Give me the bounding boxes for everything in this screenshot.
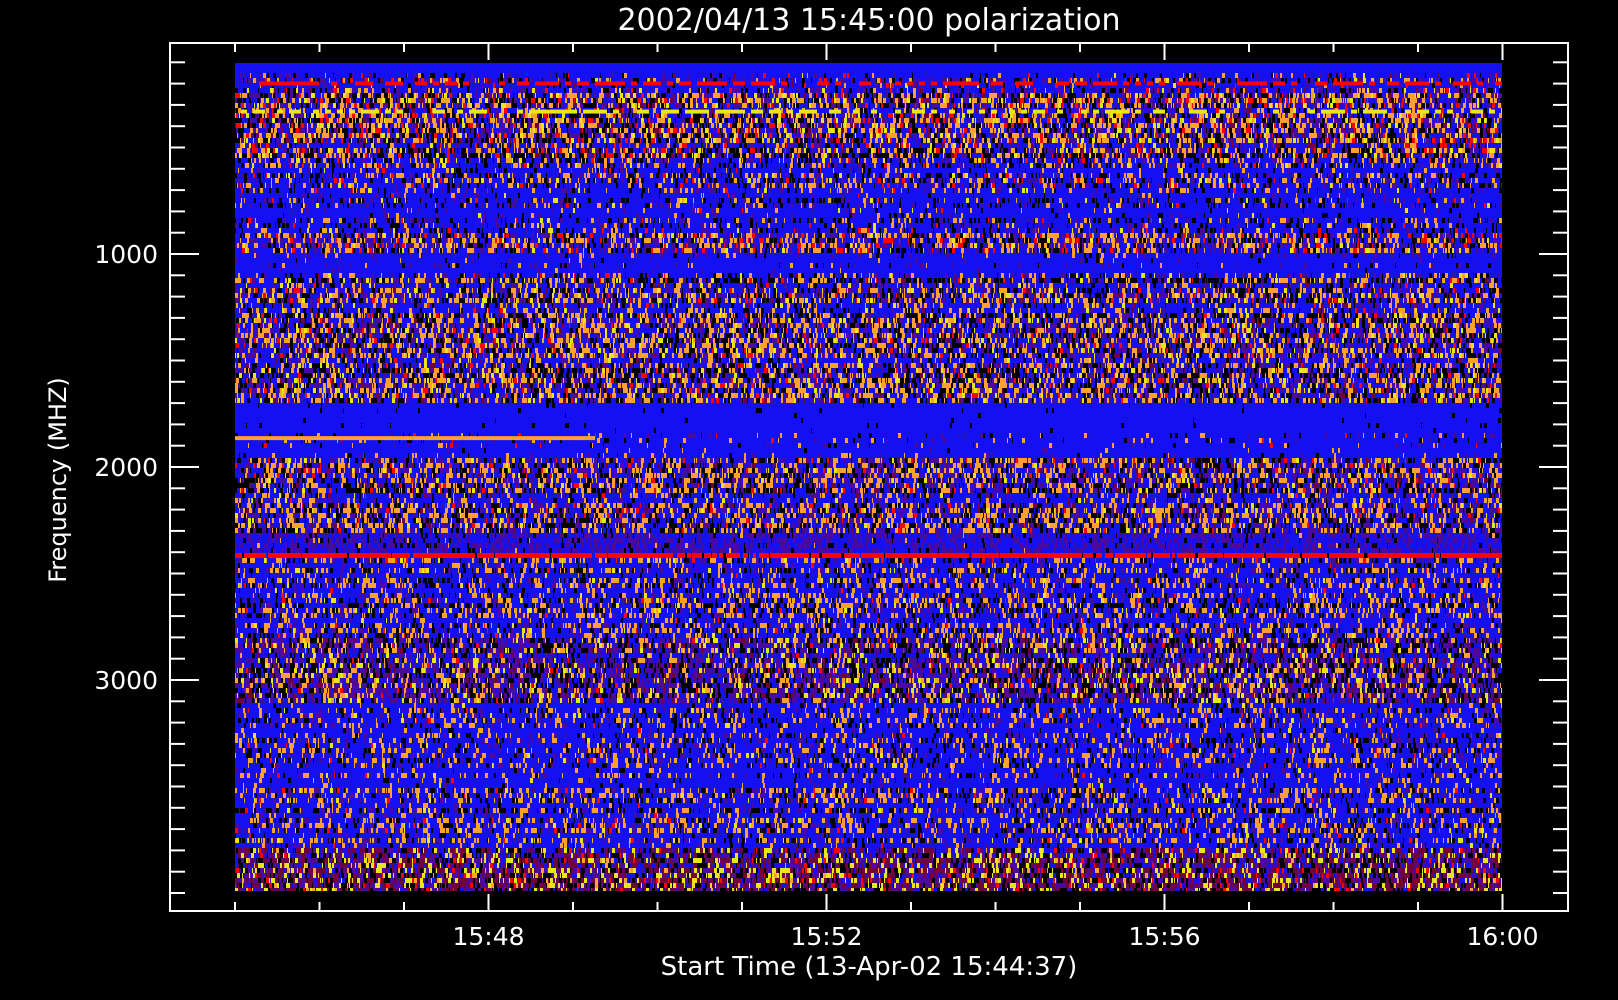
x-axis-label: Start Time (13-Apr-02 15:44:37) — [661, 952, 1078, 982]
x-tick-label: 15:56 — [1128, 922, 1200, 951]
y-axis-label: Frequency (MHZ) — [44, 377, 72, 583]
y-tick-label: 1000 — [94, 240, 158, 269]
chart-title: 2002/04/13 15:45:00 polarization — [617, 3, 1120, 38]
x-tick-label: 16:00 — [1466, 922, 1538, 951]
y-tick-label: 2000 — [94, 453, 158, 482]
x-tick-label: 15:48 — [452, 922, 524, 951]
y-tick-label: 3000 — [94, 666, 158, 695]
x-tick-label: 15:52 — [790, 922, 862, 951]
axis-ticks: 1000 2000 3000 15:48 15:52 15:56 16:00 — [94, 43, 1568, 951]
plot-frame — [169, 42, 1569, 912]
chart-axes: 2002/04/13 15:45:00 polarization 1000 200… — [44, 3, 1569, 982]
